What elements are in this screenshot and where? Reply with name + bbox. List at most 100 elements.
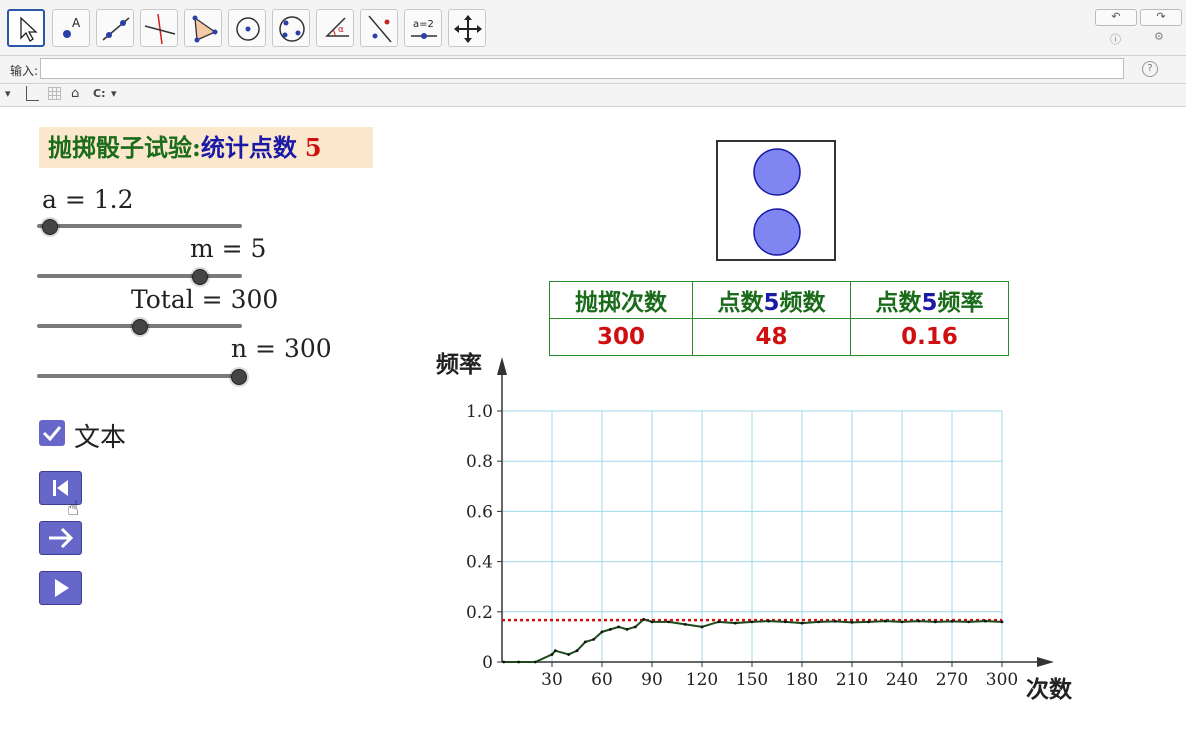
undo-icon[interactable]: ↶: [1095, 9, 1137, 26]
series-line: [503, 618, 1003, 663]
x-axis-label: 次数: [1026, 676, 1073, 703]
slider-n-label: n = 300: [231, 334, 332, 363]
y-tick-label: 0.2: [466, 603, 493, 623]
checkmark-icon: [42, 426, 62, 442]
y-tick-label: 1.0: [466, 402, 493, 422]
x-tick-label: 90: [641, 670, 663, 690]
title-part-1: 抛掷骰子试验:: [48, 133, 201, 162]
slider-a-knob[interactable]: [42, 219, 58, 235]
die-pip: [753, 148, 801, 196]
data-point: [983, 619, 987, 623]
style-bar: ▾ ⌂ C: ▾: [0, 84, 1186, 107]
data-point: [575, 649, 579, 653]
y-axis-label: 频率: [436, 351, 482, 378]
data-point: [553, 649, 557, 653]
data-point: [608, 627, 612, 631]
conic-tool-icon[interactable]: [272, 9, 310, 47]
slider-m-track[interactable]: [37, 274, 242, 278]
data-point: [750, 620, 754, 624]
input-label: 输入:: [10, 64, 39, 78]
svg-text:A: A: [72, 16, 81, 30]
data-point: [533, 660, 537, 664]
y-tick-label: 0.8: [466, 452, 493, 472]
line-tool-icon[interactable]: [96, 9, 134, 47]
circle-tool-icon[interactable]: [228, 9, 266, 47]
point-tool-icon[interactable]: A: [52, 9, 90, 47]
data-point: [625, 627, 629, 631]
frequency-chart: 30 60 90 120 150 180 210 240 270 300 0 0.2 0.4 0.6 0.8…: [436, 351, 1073, 703]
data-point: [633, 625, 637, 629]
data-point: [933, 620, 937, 624]
y-tick-label: 0.6: [466, 502, 493, 522]
data-point: [733, 621, 737, 625]
data-point: [567, 653, 571, 656]
reflect-tool-icon[interactable]: [360, 9, 398, 47]
data-point: [800, 621, 804, 625]
home-icon[interactable]: ⌂: [71, 86, 79, 101]
x-tick-label: 210: [836, 670, 868, 690]
slider-total-label: Total = 300: [131, 285, 279, 314]
cmd-dropdown-icon[interactable]: ▾: [111, 87, 117, 100]
step-button[interactable]: [39, 521, 82, 555]
data-point: [883, 619, 887, 623]
polygon-tool-icon[interactable]: [184, 9, 222, 47]
style-bar-toggle-icon[interactable]: ▾: [5, 87, 11, 100]
die-pip: [753, 208, 801, 256]
input-bar: 输入: ?: [0, 56, 1186, 84]
x-tick-label: 300: [986, 670, 1018, 690]
data-point: [1000, 620, 1004, 624]
data-point: [683, 622, 687, 626]
slider-a-track[interactable]: [37, 224, 242, 228]
slider-tool-text: a=2: [413, 19, 434, 30]
input-help-icon[interactable]: ?: [1142, 61, 1158, 77]
x-tick-label: 240: [886, 670, 918, 690]
data-point: [517, 660, 521, 664]
data-point: [900, 620, 904, 624]
slider-tool-icon[interactable]: a=2: [404, 9, 442, 47]
title-part-2: 统计点数: [200, 133, 297, 162]
data-point: [867, 620, 871, 624]
toolbar: A α a=2 ↶ ↷ ⓘ ⚙: [0, 0, 1186, 56]
x-tick-label: 30: [541, 670, 563, 690]
page-title: 抛掷骰子试验:统计点数 5: [39, 127, 373, 168]
arrow-right-icon: [49, 527, 74, 549]
angle-tool-icon[interactable]: α: [316, 9, 354, 47]
x-tick-label: 150: [736, 670, 768, 690]
y-tick-label: 0.4: [466, 553, 493, 573]
play-button[interactable]: [39, 571, 82, 605]
graphics-view: 抛掷骰子试验:统计点数 5 a = 1.2 m = 5 Total = 300 n…: [0, 107, 1186, 741]
data-point: [917, 619, 921, 623]
input-field[interactable]: [40, 58, 1124, 79]
redo-icon[interactable]: ↷: [1140, 9, 1182, 26]
grid-toggle-icon[interactable]: [48, 87, 61, 100]
data-point: [717, 620, 721, 624]
data-point: [650, 620, 654, 624]
text-checkbox[interactable]: [39, 420, 65, 446]
help-icon[interactable]: ⓘ: [1110, 31, 1121, 47]
table-header: 点数5频率: [850, 281, 1009, 319]
data-point: [833, 619, 837, 623]
x-axis-arrow: [1037, 657, 1054, 667]
gear-icon[interactable]: ⚙: [1154, 30, 1164, 43]
x-tick-label: 60: [591, 670, 613, 690]
slider-m-label: m = 5: [190, 234, 267, 263]
axes-toggle-icon[interactable]: [26, 86, 39, 101]
data-point: [967, 620, 971, 624]
play-icon: [55, 579, 69, 597]
move-tool-icon[interactable]: [7, 9, 45, 47]
cmd-label[interactable]: C:: [93, 87, 105, 100]
slider-total-knob[interactable]: [132, 319, 148, 335]
slider-n-knob[interactable]: [231, 369, 247, 385]
slider-n-track[interactable]: [37, 374, 242, 378]
svg-text:α: α: [338, 25, 344, 35]
move-view-tool-icon[interactable]: [448, 9, 486, 47]
data-point: [850, 620, 854, 624]
data-point: [667, 620, 671, 624]
x-tick-label: 180: [786, 670, 818, 690]
slider-m-knob[interactable]: [192, 269, 208, 285]
data-point: [617, 625, 621, 629]
data-point: [700, 625, 704, 629]
data-point: [592, 638, 596, 641]
data-point: [783, 620, 787, 624]
perpendicular-tool-icon[interactable]: [140, 9, 178, 47]
